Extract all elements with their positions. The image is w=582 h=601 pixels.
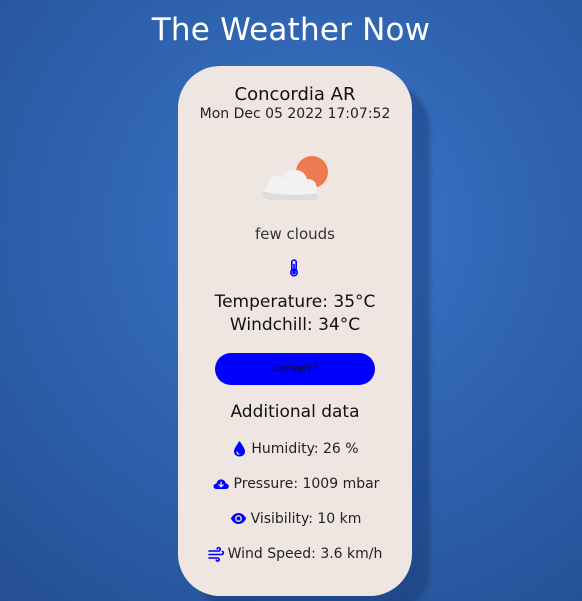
windchill: Windchill: 34°C — [229, 315, 361, 335]
city-name: Concordia AR — [234, 84, 356, 105]
eye-icon — [230, 513, 246, 524]
cloud-download-icon — [213, 479, 229, 489]
weather-description: few clouds — [255, 225, 335, 243]
wind-speed-row: Wind Speed: 3.6 km/h — [178, 545, 412, 562]
wind-icon — [207, 546, 224, 562]
pressure-value: Pressure: 1009 mbar — [233, 475, 380, 492]
humidity-row: Humidity: 26 % — [178, 440, 412, 457]
humidity-value: Humidity: 26 % — [251, 440, 359, 457]
visibility-row: Visibility: 10 km — [178, 510, 412, 527]
weather-card: Concordia AR Mon Dec 05 2022 17:07:52 fe… — [178, 66, 412, 596]
temperature: Temperature: 35°C — [214, 292, 376, 312]
few-clouds-icon — [262, 156, 328, 200]
date-time: Mon Dec 05 2022 17:07:52 — [199, 106, 391, 122]
convert-button[interactable]: Convert ° — [215, 353, 375, 385]
visibility-value: Visibility: 10 km — [250, 510, 362, 527]
pressure-row: Pressure: 1009 mbar — [178, 475, 412, 492]
wind-speed-value: Wind Speed: 3.6 km/h — [227, 545, 383, 562]
thermometer-icon — [289, 259, 299, 277]
water-drop-icon — [234, 441, 246, 457]
page-title: The Weather Now — [151, 12, 431, 48]
additional-data-title: Additional data — [230, 402, 360, 422]
